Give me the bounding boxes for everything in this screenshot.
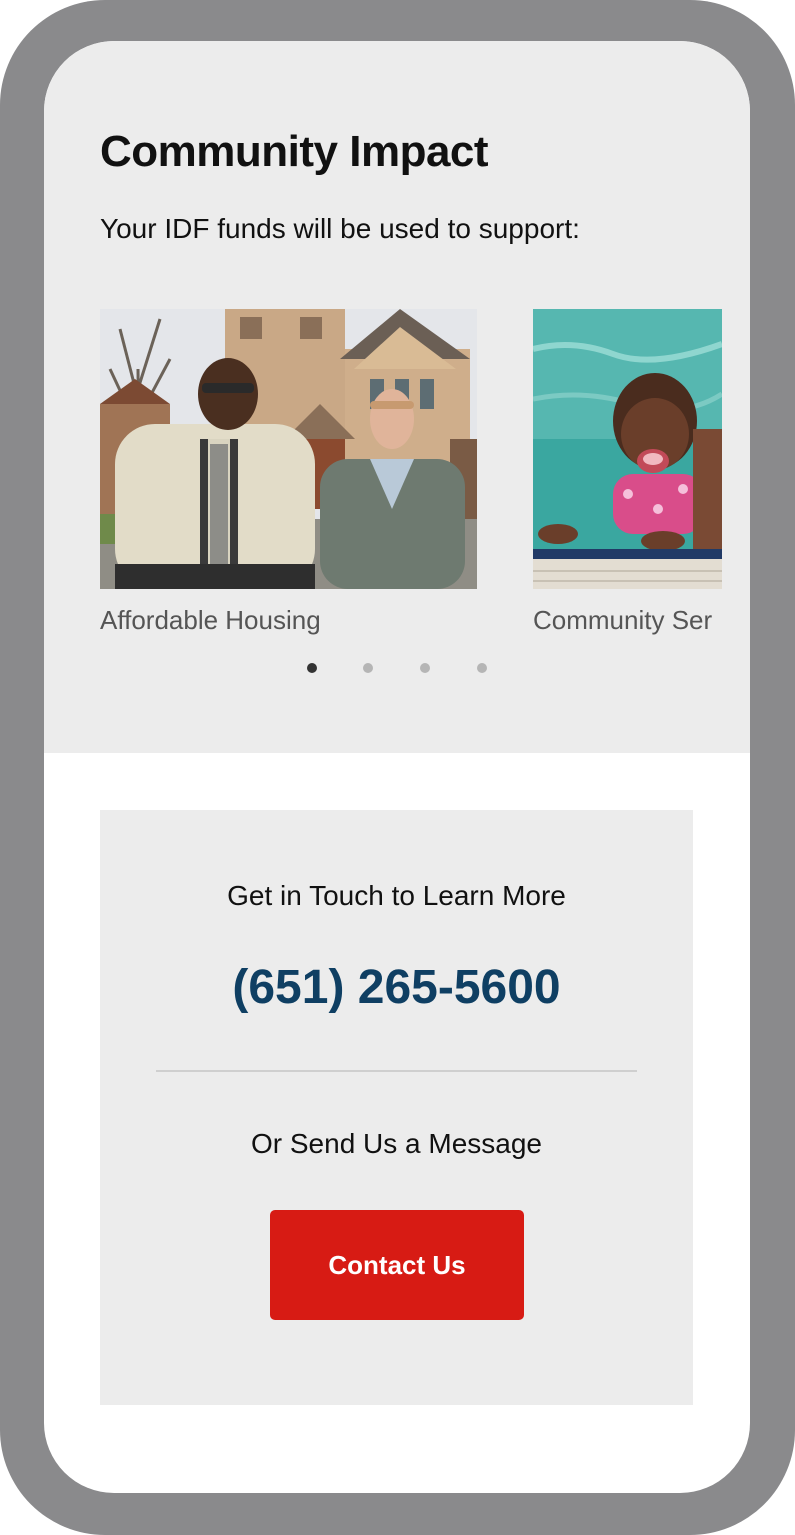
device-screen: Community Impact Your IDF funds will be … xyxy=(44,41,750,1493)
carousel-dot[interactable] xyxy=(363,663,373,673)
contact-card: Get in Touch to Learn More (651) 265-560… xyxy=(100,810,693,1405)
contact-us-button[interactable]: Contact Us xyxy=(270,1210,524,1320)
impact-carousel[interactable]: Affordable Housing Community Ser xyxy=(44,309,750,669)
carousel-slide-community-services[interactable]: Community Ser xyxy=(533,309,750,669)
community-impact-section: Community Impact Your IDF funds will be … xyxy=(44,41,750,753)
device-frame: Community Impact Your IDF funds will be … xyxy=(0,0,795,1535)
carousel-pagination xyxy=(306,663,506,675)
message-prompt: Or Send Us a Message xyxy=(250,1128,543,1159)
section-title: Community Impact xyxy=(100,127,489,176)
carousel-dot[interactable] xyxy=(420,663,430,673)
slide-caption: Affordable Housing xyxy=(100,605,321,635)
carousel-dot[interactable] xyxy=(307,663,317,673)
carousel-dot[interactable] xyxy=(477,663,487,673)
affordable-housing-photo xyxy=(100,309,477,589)
community-services-photo xyxy=(533,309,722,589)
contact-heading: Get in Touch to Learn More xyxy=(227,880,566,911)
divider xyxy=(156,1070,637,1072)
phone-number-link[interactable]: (651) 265-5600 xyxy=(100,960,693,1015)
carousel-slide-affordable-housing[interactable]: Affordable Housing xyxy=(100,309,478,669)
section-subtitle: Your IDF funds will be used to support: xyxy=(100,213,580,244)
slide-caption: Community Ser xyxy=(533,605,713,635)
